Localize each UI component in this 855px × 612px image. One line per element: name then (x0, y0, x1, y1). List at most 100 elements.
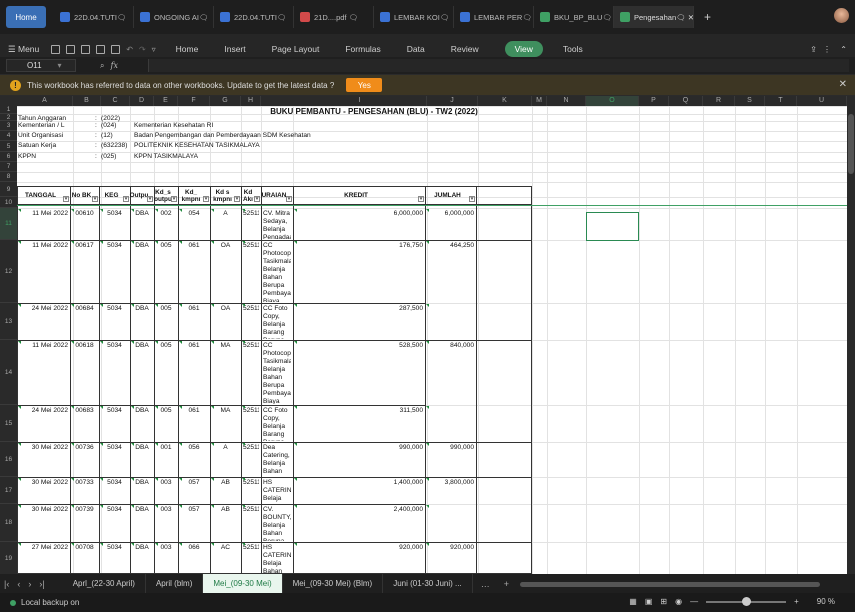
column-header-d[interactable]: D (130, 96, 154, 106)
table-cell-akun[interactable]: 525112 (243, 242, 259, 302)
table-cell-jumlah[interactable] (427, 506, 474, 541)
file-tab[interactable]: 22D.04.TUTI🗨 (214, 6, 294, 28)
file-tab[interactable]: Pengesahan🗨 ✕ (614, 6, 694, 28)
row-header-1[interactable]: 1 (0, 106, 17, 114)
column-header-g[interactable]: G (210, 96, 241, 106)
table-cell-kredit[interactable]: 287,500 (295, 305, 423, 339)
table-cell-akun[interactable]: 525112 (243, 506, 259, 541)
info-label[interactable]: Unit Organisasi (18, 132, 72, 140)
table-cell-kdk[interactable]: 057 (180, 506, 208, 541)
column-header-c[interactable]: C (101, 96, 130, 106)
table-cell-kredit[interactable]: 6,000,000 (295, 210, 423, 239)
table-cell-nobk[interactable]: 00708 (72, 544, 97, 574)
table-cell-kredit[interactable]: 176,750 (295, 242, 423, 302)
table-cell-kdso[interactable]: 003 (156, 479, 176, 503)
filter-dropdown-icon[interactable]: ▾ (123, 196, 129, 202)
filter-dropdown-icon[interactable]: ▾ (254, 196, 260, 202)
table-cell-output[interactable]: DBA (132, 506, 152, 541)
table-cell-tanggal[interactable]: 11 Mei 2022 (19, 242, 68, 302)
row-header-7[interactable]: 7 (0, 162, 17, 172)
table-cell-kdsk[interactable]: A (212, 210, 239, 239)
table-cell-akun[interactable]: 525112 (243, 342, 259, 404)
zoom-slider[interactable] (706, 596, 787, 606)
table-cell-output[interactable]: DBA (132, 210, 152, 239)
row-header-11[interactable]: 11 (0, 208, 17, 240)
add-tab-button[interactable]: + (704, 10, 711, 24)
row-header-12[interactable]: 12 (0, 240, 17, 303)
ribbon-tab-tools[interactable]: Tools (563, 44, 583, 54)
row-header-8[interactable]: 8 (0, 172, 17, 182)
row-header-5[interactable]: 5 (0, 141, 17, 152)
table-cell-kdk[interactable]: 056 (180, 444, 208, 476)
table-cell-kredit[interactable]: 990,000 (295, 444, 423, 476)
table-cell-output[interactable]: DBA (132, 342, 152, 404)
row-header-19[interactable]: 19 (0, 542, 17, 576)
table-cell-akun[interactable]: 525112 (243, 444, 259, 476)
table-cell-nobk[interactable]: 00739 (72, 506, 97, 541)
customize-icon[interactable]: ▿ (152, 45, 156, 54)
row-header-18[interactable]: 18 (0, 504, 17, 542)
table-header-11[interactable]: JUMLAH ▾ (425, 187, 476, 204)
table-cell-jumlah[interactable]: 840,000 (427, 342, 474, 404)
table-header-2[interactable]: No BK ▾ (70, 187, 99, 204)
yes-button[interactable]: Yes (346, 78, 383, 92)
add-sheet-icon[interactable]: + (504, 579, 509, 589)
filter-dropdown-icon[interactable]: ▾ (469, 196, 475, 202)
table-cell-tanggal[interactable]: 24 Mei 2022 (19, 305, 68, 339)
row-header-2[interactable]: 2 (0, 114, 17, 121)
table-header-8[interactable]: Kd Akı ▾ (241, 187, 261, 204)
file-tab[interactable]: BKU_BP_BLU🗨 (534, 6, 614, 28)
row-header-13[interactable]: 13 (0, 303, 17, 340)
filter-dropdown-icon[interactable]: ▾ (147, 196, 153, 202)
table-cell-output[interactable]: DBA (132, 242, 152, 302)
table-cell-kdsk[interactable]: MA (212, 342, 239, 404)
table-cell-output[interactable]: DBA (132, 305, 152, 339)
table-cell-kdk[interactable]: 057 (180, 479, 208, 503)
table-header-5[interactable]: Kd_s outpu ▾ (154, 187, 178, 204)
table-cell-uraian[interactable]: CC Foto Copy, Belanja Barang Berupa Foto… (263, 407, 291, 441)
more-icon[interactable]: ⋮ (823, 45, 831, 54)
table-cell-jumlah[interactable] (427, 407, 474, 441)
table-cell-nobk[interactable]: 00684 (72, 305, 97, 339)
table-cell-tanggal[interactable]: 11 Mei 2022 (19, 342, 68, 404)
column-header-p[interactable]: P (639, 96, 669, 106)
table-cell-kdso[interactable]: 002 (156, 210, 176, 239)
column-header-f[interactable]: F (178, 96, 210, 106)
table-cell-output[interactable]: DBA (132, 479, 152, 503)
name-box[interactable]: O11 ▾ (6, 59, 76, 72)
info-label[interactable]: KPPN (18, 153, 72, 161)
first-sheet-icon[interactable]: |‹ (4, 579, 9, 589)
more-sheets-icon[interactable]: … (481, 579, 490, 589)
share-icon[interactable]: ⇪ (810, 45, 817, 54)
column-header-i[interactable]: I (293, 96, 427, 106)
collapse-ribbon-icon[interactable]: ⌃ (840, 45, 847, 54)
table-header-6[interactable]: Kd_ kmpnı ▾ (178, 187, 210, 204)
next-sheet-icon[interactable]: › (28, 579, 31, 589)
filter-dropdown-icon[interactable]: ▾ (286, 196, 292, 202)
table-cell-uraian[interactable]: CV. BOUNTY, Belanja Bahan Berupa Konsums… (263, 506, 291, 541)
file-tab[interactable]: ONGOING AI🗨 (134, 6, 214, 28)
sheet-tab[interactable]: April (blm) (146, 574, 204, 593)
table-cell-kredit[interactable]: 920,000 (295, 544, 423, 574)
vertical-scrollbar[interactable] (847, 96, 855, 574)
row-header-3[interactable]: 3 (0, 121, 17, 131)
table-header-4[interactable]: Outpu ▾ (130, 187, 154, 204)
table-cell-kdk[interactable]: 066 (180, 544, 208, 574)
column-header-n[interactable]: N (547, 96, 586, 106)
table-cell-output[interactable]: DBA (132, 544, 152, 574)
row-header-9[interactable]: 9 (0, 182, 17, 197)
info-code[interactable]: (025) (101, 153, 133, 161)
filter-dropdown-icon[interactable]: ▾ (418, 196, 424, 202)
table-cell-kredit[interactable]: 311,500 (295, 407, 423, 441)
table-cell-nobk[interactable]: 00736 (72, 444, 97, 476)
info-description[interactable]: Kementerian Kesehatan RI (134, 122, 434, 130)
table-cell-keg[interactable]: 5034 (101, 479, 128, 503)
table-cell-kdsk[interactable]: AB (212, 479, 239, 503)
table-cell-uraian[interactable]: HS CATERING, Belaja Bahan Berupa Konsums… (263, 544, 291, 574)
info-code[interactable]: (12) (101, 132, 133, 140)
table-cell-nobk[interactable]: 00617 (72, 242, 97, 302)
format-painter-icon[interactable] (81, 44, 91, 54)
ribbon-tab-insert[interactable]: Insert (224, 44, 245, 54)
row-header-16[interactable]: 16 (0, 442, 17, 477)
column-header-r[interactable]: R (703, 96, 735, 106)
